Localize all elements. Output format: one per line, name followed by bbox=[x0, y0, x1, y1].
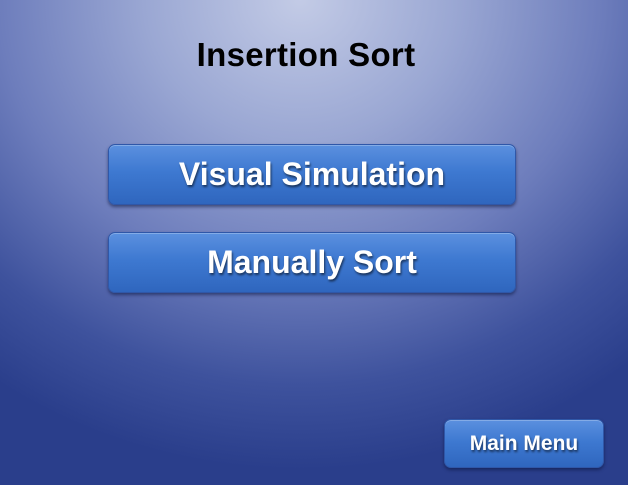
page-title: Insertion Sort bbox=[196, 36, 416, 73]
main-menu-label: Main Menu bbox=[469, 432, 579, 455]
main-menu-button[interactable]: Main Menu bbox=[444, 419, 604, 468]
manually-sort-button[interactable]: Manually Sort bbox=[108, 232, 516, 293]
visual-simulation-label: Visual Simulation bbox=[178, 156, 446, 192]
visual-simulation-button[interactable]: Visual Simulation bbox=[108, 144, 516, 205]
manually-sort-label: Manually Sort bbox=[207, 244, 417, 280]
